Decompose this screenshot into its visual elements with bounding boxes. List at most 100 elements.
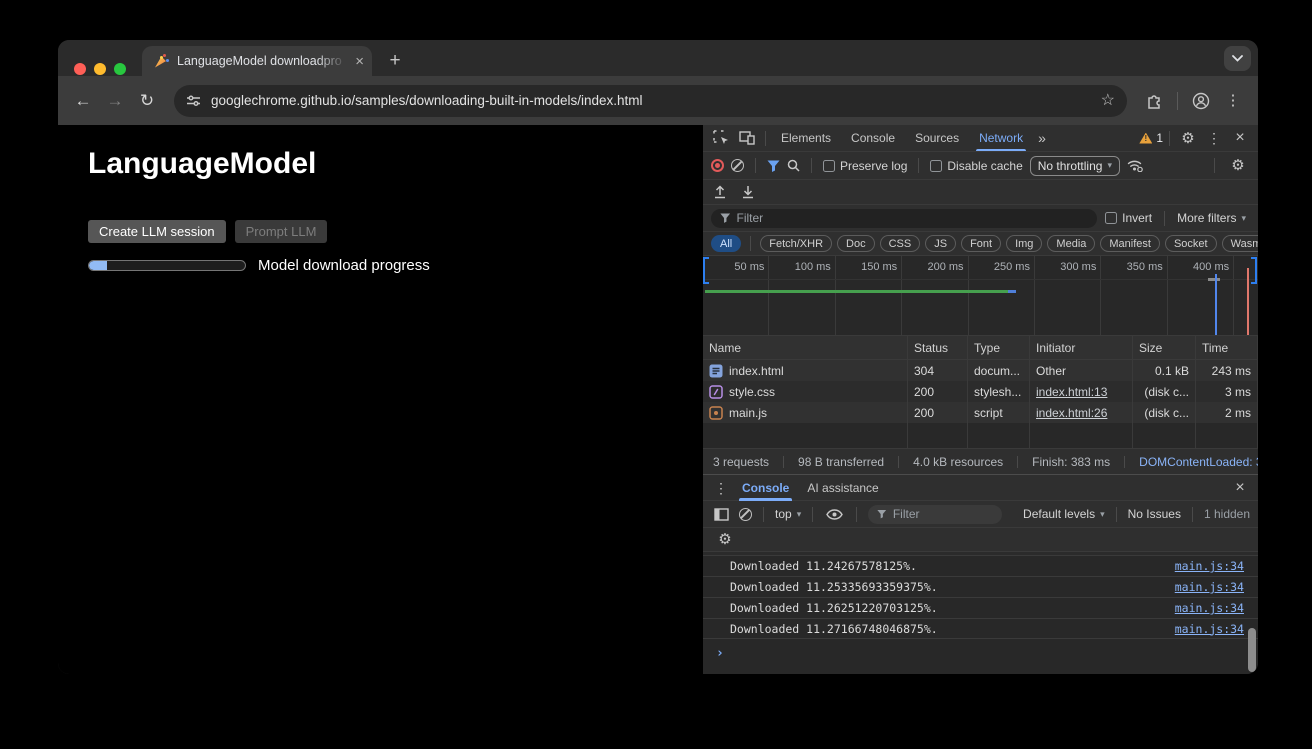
- console-message[interactable]: Downloaded 11.24267578125%. main.js:34: [703, 555, 1258, 576]
- more-tabs-icon[interactable]: »: [1034, 131, 1050, 145]
- col-type[interactable]: Type: [968, 336, 1030, 360]
- network-search-icon[interactable]: [787, 159, 800, 172]
- filter-funnel-icon: [877, 509, 887, 519]
- hidden-messages-count[interactable]: 1 hidden: [1204, 507, 1250, 521]
- table-row[interactable]: index.html 304 docum... Other 0.1 kB 243…: [703, 360, 1258, 381]
- source-link[interactable]: main.js:34: [1175, 559, 1244, 573]
- record-network-log-button[interactable]: [711, 159, 724, 172]
- console-message[interactable]: Downloaded 11.26251220703125%. main.js:3…: [703, 597, 1258, 618]
- timeline-activity-bar-end: [1008, 290, 1016, 293]
- tab-close-icon[interactable]: ×: [355, 54, 364, 69]
- disable-cache-checkbox[interactable]: Disable cache: [930, 159, 1022, 173]
- initiator-link[interactable]: index.html:13: [1036, 385, 1107, 399]
- drawer-tab-console[interactable]: Console: [733, 475, 798, 501]
- throttling-dropdown[interactable]: No throttling ▾: [1030, 156, 1120, 176]
- more-filters-dropdown[interactable]: More filters ▾: [1177, 211, 1250, 225]
- chip-all[interactable]: All: [711, 235, 741, 252]
- drawer-tab-ai-assistance[interactable]: AI assistance: [798, 475, 887, 501]
- source-link[interactable]: main.js:34: [1175, 622, 1244, 636]
- browser-menu-kebab-icon[interactable]: ⋮: [1220, 88, 1246, 114]
- network-settings-gear-icon[interactable]: ⚙: [1226, 155, 1250, 177]
- chip-media[interactable]: Media: [1047, 235, 1095, 252]
- import-har-upload-icon[interactable]: [713, 185, 727, 199]
- network-conditions-wifi-icon[interactable]: [1127, 159, 1144, 172]
- drawer-menu-kebab-icon[interactable]: ⋮: [709, 477, 733, 499]
- invert-filter-checkbox[interactable]: Invert: [1105, 211, 1152, 225]
- console-scrollbar-thumb[interactable]: [1248, 628, 1256, 672]
- tab-search-button[interactable]: [1224, 46, 1251, 71]
- table-row[interactable]: main.js 200 script index.html:26 (disk c…: [703, 402, 1258, 423]
- log-levels-dropdown[interactable]: Default levels ▾: [1023, 507, 1105, 521]
- drawer-close-icon[interactable]: ×: [1228, 477, 1252, 499]
- devtools-menu-kebab-icon[interactable]: ⋮: [1202, 127, 1226, 149]
- tab-elements[interactable]: Elements: [772, 125, 840, 151]
- export-har-download-icon[interactable]: [741, 185, 755, 199]
- chip-wasm[interactable]: Wasm: [1222, 235, 1258, 252]
- col-name[interactable]: Name: [703, 336, 908, 360]
- col-status[interactable]: Status: [908, 336, 968, 360]
- source-link[interactable]: main.js:34: [1175, 580, 1244, 594]
- chip-manifest[interactable]: Manifest: [1100, 235, 1160, 252]
- extensions-puzzle-icon[interactable]: [1141, 88, 1167, 114]
- timeline-left-handle[interactable]: [703, 257, 709, 284]
- profile-avatar-icon[interactable]: [1188, 88, 1214, 114]
- table-filler: [703, 423, 1258, 448]
- warning-triangle-icon: !: [1139, 133, 1152, 144]
- no-issues-label[interactable]: No Issues: [1128, 507, 1181, 521]
- chevron-down-icon: [1232, 55, 1243, 62]
- console-sidebar-toggle-icon[interactable]: [711, 503, 732, 525]
- tab-console[interactable]: Console: [842, 125, 904, 151]
- tab-sources[interactable]: Sources: [906, 125, 968, 151]
- create-llm-session-button[interactable]: Create LLM session: [88, 220, 226, 243]
- caret-down-icon: ▾: [1100, 510, 1105, 519]
- devtools-panel: Elements Console Sources Network » ! 1 ⚙…: [703, 125, 1258, 674]
- chip-fetch-xhr[interactable]: Fetch/XHR: [760, 235, 832, 252]
- bookmark-star-icon[interactable]: ☆: [1101, 93, 1115, 109]
- reload-button[interactable]: ↻: [134, 88, 160, 114]
- console-prompt[interactable]: ›: [703, 639, 1258, 661]
- table-row[interactable]: style.css 200 stylesh... index.html:13 (…: [703, 381, 1258, 402]
- network-filter-funnel-icon[interactable]: [767, 160, 780, 172]
- back-button[interactable]: ←: [70, 88, 96, 114]
- initiator-link[interactable]: index.html:26: [1036, 406, 1107, 420]
- browser-tab[interactable]: LanguageModel downloadpro ×: [142, 46, 372, 76]
- inspect-element-icon[interactable]: [709, 127, 733, 149]
- url-text[interactable]: googlechrome.github.io/samples/downloadi…: [211, 93, 1091, 108]
- tab-network[interactable]: Network: [970, 125, 1032, 151]
- fullscreen-window-button[interactable]: [114, 63, 126, 75]
- console-settings-gear-icon[interactable]: ⚙: [713, 529, 737, 551]
- warnings-badge[interactable]: ! 1: [1139, 131, 1163, 145]
- col-size[interactable]: Size: [1133, 336, 1196, 360]
- live-expression-eye-icon[interactable]: [824, 503, 845, 525]
- address-bar[interactable]: googlechrome.github.io/samples/downloadi…: [174, 85, 1127, 117]
- chip-js[interactable]: JS: [925, 235, 956, 252]
- device-toolbar-icon[interactable]: [735, 127, 759, 149]
- source-link[interactable]: main.js:34: [1175, 601, 1244, 615]
- resource-type-chips: All Fetch/XHR Doc CSS JS Font Img Media …: [703, 232, 1258, 256]
- console-filter-input[interactable]: [868, 505, 1002, 524]
- preserve-log-checkbox[interactable]: Preserve log: [823, 159, 907, 173]
- timeline-right-handle[interactable]: [1251, 257, 1257, 284]
- close-window-button[interactable]: [74, 63, 86, 75]
- clear-console-button[interactable]: [739, 508, 752, 521]
- chip-img[interactable]: Img: [1006, 235, 1042, 252]
- timeline-tick: 250 ms: [969, 256, 1035, 335]
- site-settings-icon[interactable]: [186, 94, 201, 107]
- chip-socket[interactable]: Socket: [1165, 235, 1217, 252]
- console-message[interactable]: Downloaded 11.27166748046875%. main.js:3…: [703, 618, 1258, 639]
- devtools-settings-gear-icon[interactable]: ⚙: [1176, 127, 1200, 149]
- chip-font[interactable]: Font: [961, 235, 1001, 252]
- chip-doc[interactable]: Doc: [837, 235, 875, 252]
- network-filter-input[interactable]: [711, 209, 1097, 228]
- console-context-dropdown[interactable]: top ▾: [775, 507, 801, 521]
- clear-network-log-button[interactable]: [731, 159, 744, 172]
- minimize-window-button[interactable]: [94, 63, 106, 75]
- new-tab-button[interactable]: +: [382, 47, 408, 73]
- chip-css[interactable]: CSS: [880, 235, 921, 252]
- col-time[interactable]: Time: [1196, 336, 1258, 360]
- finish-time: Finish: 383 ms: [1032, 455, 1110, 469]
- devtools-close-icon[interactable]: ×: [1228, 127, 1252, 149]
- network-overview-timeline[interactable]: 50 ms 100 ms 150 ms 200 ms 250 ms 300 ms…: [703, 256, 1258, 336]
- col-initiator[interactable]: Initiator: [1030, 336, 1133, 360]
- console-message[interactable]: Downloaded 11.25335693359375%. main.js:3…: [703, 576, 1258, 597]
